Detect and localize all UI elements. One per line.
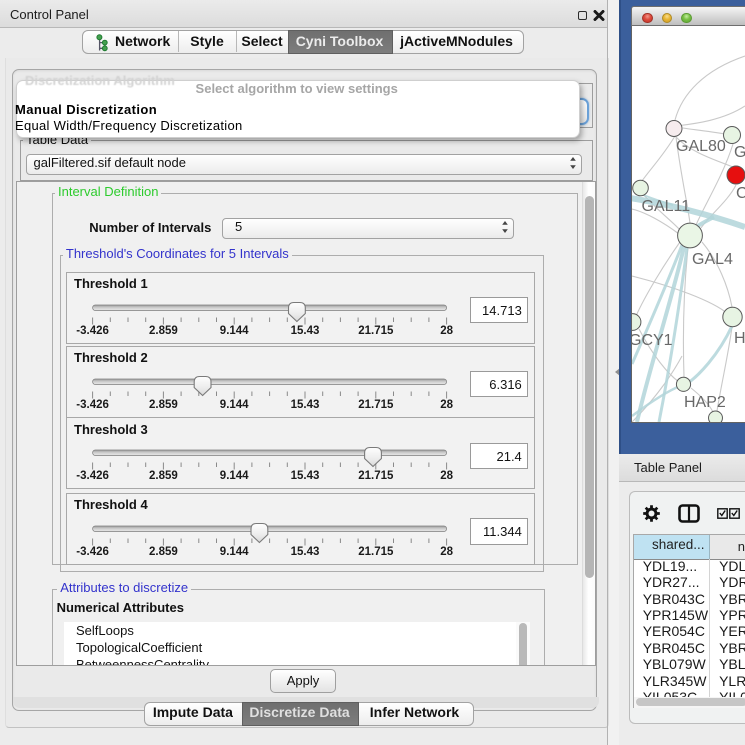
svg-text:21.715: 21.715	[358, 398, 394, 410]
svg-text:15.43: 15.43	[291, 470, 320, 482]
svg-text:28: 28	[440, 398, 453, 410]
svg-text:C: C	[736, 185, 745, 202]
svg-text:-3.426: -3.426	[76, 398, 109, 410]
svg-text:-3.426: -3.426	[76, 545, 109, 557]
svg-text:2.859: 2.859	[149, 545, 178, 557]
svg-text:28: 28	[440, 545, 453, 557]
svg-text:GAL4: GAL4	[692, 251, 733, 268]
svg-text:9.144: 9.144	[220, 398, 249, 410]
svg-text:9.144: 9.144	[220, 470, 249, 482]
svg-text:2.859: 2.859	[149, 470, 178, 482]
svg-text:GAL80: GAL80	[676, 138, 726, 155]
svg-text:GCY1: GCY1	[631, 332, 673, 349]
svg-text:21.715: 21.715	[358, 324, 394, 336]
svg-text:H: H	[734, 330, 745, 347]
svg-text:2.859: 2.859	[149, 398, 178, 410]
svg-text:15.43: 15.43	[291, 324, 320, 336]
svg-text:9.144: 9.144	[220, 545, 249, 557]
svg-text:28: 28	[440, 324, 453, 336]
svg-text:15.43: 15.43	[291, 545, 320, 557]
svg-text:HAP2: HAP2	[684, 394, 726, 411]
svg-text:28: 28	[440, 470, 453, 482]
svg-text:-3.426: -3.426	[76, 470, 109, 482]
svg-text:2.859: 2.859	[149, 324, 178, 336]
svg-text:21.715: 21.715	[358, 470, 394, 482]
svg-text:21.715: 21.715	[358, 545, 394, 557]
svg-text:9.144: 9.144	[220, 324, 249, 336]
svg-text:15.43: 15.43	[291, 398, 320, 410]
svg-text:GAL11: GAL11	[641, 198, 690, 215]
svg-text:-3.426: -3.426	[76, 324, 109, 336]
svg-text:GA: GA	[734, 144, 745, 161]
